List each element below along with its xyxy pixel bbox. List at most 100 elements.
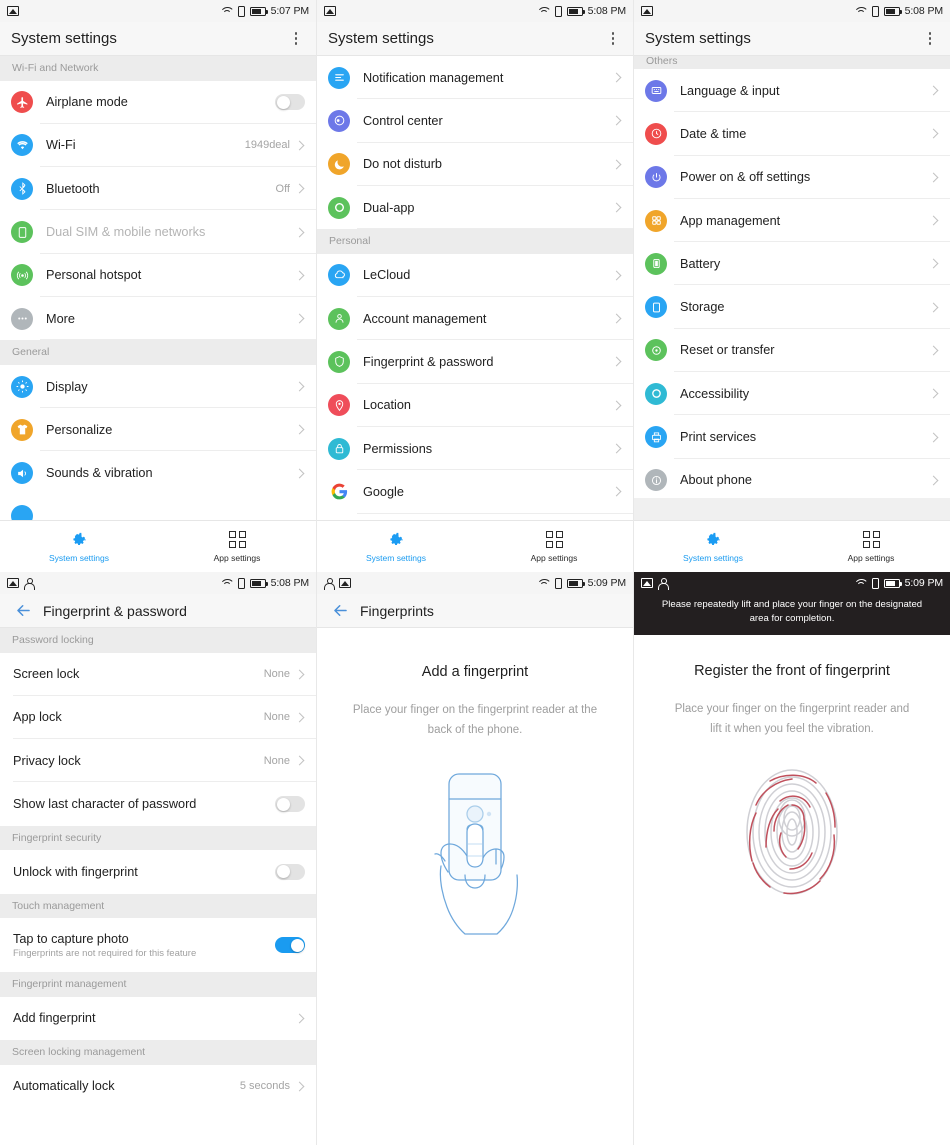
list-item-label: Account management (363, 311, 487, 326)
list-item-more[interactable]: More (0, 297, 316, 341)
list-item-screen-lock[interactable]: Screen lock None (0, 652, 316, 697)
list-item-privacy-lock[interactable]: Privacy lock None (0, 739, 316, 783)
list-item-add-fingerprint[interactable]: Add fingerprint (0, 996, 316, 1040)
bottom-nav: System settings App settings (634, 520, 950, 572)
overflow-menu-icon[interactable] (287, 29, 305, 49)
list-item-storage[interactable]: Storage (634, 285, 950, 330)
tab-label: System settings (683, 553, 743, 563)
fingerprint-heading: Register the front of fingerprint (694, 662, 890, 679)
list-item-value: Off (275, 182, 290, 195)
back-arrow-icon[interactable] (11, 599, 35, 623)
more-dots-icon (11, 307, 33, 330)
tab-app-settings[interactable]: App settings (475, 530, 633, 563)
wifi-icon (537, 578, 550, 588)
photo-icon (7, 578, 19, 588)
list-item-personal-hotspot[interactable]: Personal hotspot (0, 253, 316, 298)
panel-system-settings-2: 5:08 PM System settings Notification man… (317, 0, 634, 572)
clock-icon (645, 122, 667, 145)
control-center-icon (328, 109, 350, 132)
list-item-label: Power on & off settings (680, 170, 811, 185)
unlock-with-fingerprint-toggle[interactable] (275, 863, 305, 880)
list-item-lecloud[interactable]: LeCloud (317, 253, 633, 298)
back-arrow-icon[interactable] (328, 599, 352, 623)
list-item-personalize[interactable]: Personalize (0, 408, 316, 452)
tap-to-capture-photo-toggle[interactable] (275, 937, 305, 954)
list-item-label: Show last character of password (13, 797, 197, 812)
list-item-wifi[interactable]: Wi-Fi 1949deal (0, 123, 316, 168)
shield-icon (328, 350, 350, 373)
apps-grid-icon (645, 209, 667, 232)
panel-fingerprints-add: 5:09 PM Fingerprints Add a fingerprint P… (317, 572, 634, 1145)
list-item-label: App management (680, 213, 781, 228)
tab-system-settings[interactable]: System settings (0, 530, 158, 563)
list-item-airplane-mode[interactable]: Airplane mode (0, 80, 316, 125)
list-item-do-not-disturb[interactable]: Do not disturb (317, 142, 633, 187)
tab-app-settings[interactable]: App settings (792, 530, 950, 563)
list-item-value: 1949deal (244, 139, 290, 152)
show-last-character-toggle[interactable] (275, 796, 305, 813)
chevron-right-icon (928, 475, 939, 486)
chevron-right-icon (294, 1013, 305, 1024)
chevron-right-icon (294, 1081, 305, 1092)
list-item-notification-management[interactable]: Notification management (317, 56, 633, 100)
list-item-language-input[interactable]: Language & input (634, 69, 950, 113)
section-header: Fingerprint management (0, 972, 316, 997)
list-item-label: Screen lock (13, 667, 80, 682)
chevron-right-icon (611, 443, 622, 454)
airplane-mode-toggle[interactable] (275, 94, 305, 111)
list-item-fingerprint-password[interactable]: Fingerprint & password (317, 340, 633, 384)
list-item-account-management[interactable]: Account management (317, 297, 633, 341)
overflow-menu-icon[interactable] (921, 29, 939, 49)
list-item-power-settings[interactable]: Power on & off settings (634, 155, 950, 200)
photo-icon (7, 6, 19, 16)
photo-icon (641, 578, 653, 588)
list-item-show-last-character[interactable]: Show last character of password (0, 782, 316, 826)
list-item-control-center[interactable]: Control center (317, 99, 633, 143)
list-item-accessibility[interactable]: Accessibility (634, 372, 950, 416)
tab-label: App settings (847, 553, 895, 563)
list-item-label: App lock (13, 710, 62, 725)
list-item-label: About phone (680, 473, 752, 488)
list-item-battery[interactable]: Battery (634, 242, 950, 286)
list-item-app-lock[interactable]: App lock None (0, 695, 316, 740)
list-item-app-management[interactable]: App management (634, 198, 950, 243)
chevron-right-icon (611, 115, 622, 126)
tab-system-settings[interactable]: System settings (317, 530, 475, 563)
list-item-label: Language & input (680, 83, 780, 98)
sim-icon (554, 5, 562, 17)
list-item-label: Airplane mode (46, 95, 128, 110)
list-item-permissions[interactable]: Permissions (317, 426, 633, 471)
status-bar: 5:07 PM (0, 0, 316, 22)
list-item-dual-sim[interactable]: Dual SIM & mobile networks (0, 210, 316, 255)
chevron-right-icon (294, 270, 305, 281)
chevron-right-icon (611, 486, 622, 497)
list-item-reset-transfer[interactable]: Reset or transfer (634, 328, 950, 373)
speaker-icon (11, 462, 33, 485)
list-item-dual-app[interactable]: Dual-app (317, 185, 633, 230)
panel-fingerprints-register: 5:09 PM Please repeatedly lift and place… (634, 572, 950, 1145)
brightness-icon (11, 375, 33, 398)
list-item-bluetooth[interactable]: Bluetooth Off (0, 167, 316, 211)
chevron-right-icon (294, 755, 305, 766)
overflow-menu-icon[interactable] (604, 29, 622, 49)
list-item-automatically-lock[interactable]: Automatically lock 5 seconds (0, 1064, 316, 1108)
list-item-sounds-vibration[interactable]: Sounds & vibration (0, 451, 316, 495)
chevron-right-icon (611, 72, 622, 83)
list-item-google[interactable]: Google (317, 470, 633, 514)
photo-icon (641, 6, 653, 16)
list-item-tap-to-capture-photo[interactable]: Tap to capture photo Fingerprints are no… (0, 918, 316, 973)
list-item-display[interactable]: Display (0, 364, 316, 409)
list-item-print-services[interactable]: Print services (634, 415, 950, 459)
list-item-about-phone[interactable]: About phone (634, 458, 950, 502)
wifi-icon (537, 6, 550, 16)
list-item-unlock-with-fingerprint[interactable]: Unlock with fingerprint (0, 850, 316, 894)
fingerprint-instructions: Place your finger on the fingerprint rea… (352, 704, 598, 737)
tab-system-settings[interactable]: System settings (634, 530, 792, 563)
list-item-subtitle: Fingerprints are not required for this f… (13, 947, 197, 959)
list-item-location[interactable]: Location (317, 383, 633, 428)
battery-icon (249, 578, 268, 588)
apps-grid-icon (545, 530, 563, 548)
list-item-date-time[interactable]: Date & time (634, 112, 950, 156)
battery-icon (645, 252, 667, 275)
tab-app-settings[interactable]: App settings (158, 530, 316, 563)
